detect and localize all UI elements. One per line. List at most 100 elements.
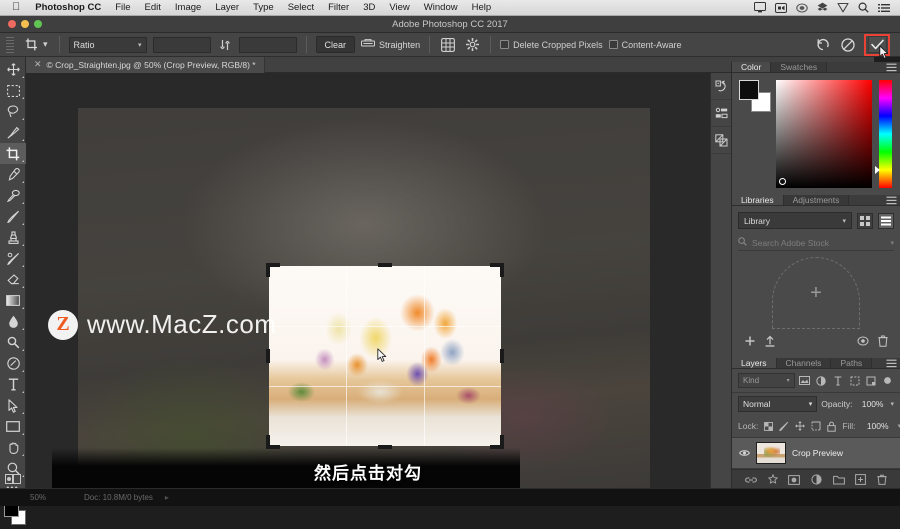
document-tab[interactable]: ✕ © Crop_Straighten.jpg @ 50% (Crop Prev… [26, 56, 265, 73]
filter-smart-object-icon[interactable] [865, 374, 878, 388]
creative-cloud-icon[interactable] [796, 2, 808, 13]
filter-type-icon[interactable] [832, 374, 845, 388]
menu-item-filter[interactable]: Filter [321, 0, 356, 16]
menu-item-window[interactable]: Window [417, 0, 465, 16]
list-view-icon[interactable] [878, 212, 894, 229]
menu-item-help[interactable]: Help [465, 0, 499, 16]
type-tool[interactable] [0, 374, 26, 395]
adjustment-layer-icon[interactable] [811, 472, 822, 490]
move-tool[interactable] [0, 59, 26, 80]
delete-layer-icon[interactable] [877, 472, 887, 490]
panel-menu-icon[interactable] [882, 358, 900, 368]
color-picker-field[interactable] [776, 80, 872, 188]
opacity-chevron-down-icon[interactable]: ▾ [890, 400, 894, 408]
menu-item-3d[interactable]: 3D [356, 0, 382, 16]
layer-mask-icon[interactable] [788, 472, 801, 490]
lock-artboard-icon[interactable] [811, 419, 821, 433]
pen-tool[interactable] [0, 353, 26, 374]
upload-icon[interactable] [764, 334, 776, 352]
crop-width-input[interactable] [152, 36, 211, 53]
notification-center-icon[interactable] [878, 3, 890, 13]
menu-item-edit[interactable]: Edit [138, 0, 168, 16]
filter-shape-icon[interactable] [848, 374, 861, 388]
reset-icon[interactable] [814, 36, 832, 54]
shield-icon[interactable] [837, 2, 849, 13]
rectangle-tool[interactable] [0, 416, 26, 437]
menu-item-image[interactable]: Image [168, 0, 208, 16]
chevron-down-icon[interactable]: ▾ [890, 239, 894, 247]
lock-all-icon[interactable] [827, 419, 837, 433]
screen-record-icon[interactable] [775, 2, 787, 13]
link-layers-icon[interactable] [745, 472, 758, 490]
path-selection-tool[interactable] [0, 395, 26, 416]
clone-stamp-tool[interactable] [0, 227, 26, 248]
quick-mask-icon[interactable] [0, 472, 26, 486]
layer-comps-panel-icon[interactable] [711, 127, 732, 154]
close-button[interactable] [8, 20, 16, 28]
lasso-tool[interactable] [0, 101, 26, 122]
tab-color[interactable]: Color [732, 62, 772, 72]
properties-panel-icon[interactable] [711, 100, 732, 127]
tab-layers[interactable]: Layers [732, 358, 777, 368]
new-layer-icon[interactable] [855, 472, 866, 490]
library-drop-zone[interactable]: + [772, 257, 860, 329]
delete-icon[interactable] [878, 334, 888, 352]
spotlight-search-icon[interactable] [858, 2, 869, 13]
lock-image-icon[interactable] [779, 419, 789, 433]
crop-tool[interactable] [0, 143, 26, 164]
quick-selection-tool[interactable] [0, 122, 26, 143]
eraser-tool[interactable] [0, 269, 26, 290]
tab-channels[interactable]: Channels [776, 358, 832, 368]
menu-item-select[interactable]: Select [281, 0, 321, 16]
zoom-button[interactable] [34, 20, 42, 28]
ratio-select[interactable]: Ratio ▾ [68, 36, 147, 53]
display-icon[interactable] [754, 2, 766, 13]
dropbox-icon[interactable] [817, 2, 828, 13]
close-icon[interactable]: ✕ [34, 59, 42, 70]
zoom-level[interactable]: 50% [30, 493, 72, 502]
menu-item-view[interactable]: View [382, 0, 416, 16]
crop-handle-right-middle[interactable] [500, 349, 504, 363]
grid-overlay-icon[interactable] [439, 36, 457, 54]
cancel-icon[interactable] [839, 36, 857, 54]
crop-handle-bottom-left[interactable] [266, 435, 270, 449]
panel-menu-icon[interactable] [882, 195, 900, 205]
crop-handle-top-center[interactable] [378, 263, 392, 267]
filter-toggle-icon[interactable] [881, 374, 894, 388]
blur-tool[interactable] [0, 311, 26, 332]
dodge-tool[interactable] [0, 332, 26, 353]
crop-handle-top-right[interactable] [500, 263, 504, 277]
panel-menu-icon[interactable] [882, 62, 900, 72]
layer-style-icon[interactable] [767, 472, 779, 490]
history-panel-icon[interactable] [711, 73, 732, 100]
marquee-tool[interactable] [0, 80, 26, 101]
gear-icon[interactable] [463, 36, 481, 54]
apple-logo-icon[interactable]:  [12, 2, 20, 13]
delete-cropped-pixels-checkbox[interactable]: Delete Cropped Pixels [500, 40, 603, 50]
layer-row-crop-preview[interactable]: Crop Preview [732, 438, 900, 469]
eye-icon[interactable] [738, 449, 750, 457]
lock-position-icon[interactable] [795, 419, 806, 433]
add-element-icon[interactable] [744, 334, 756, 352]
menu-app-name[interactable]: Photoshop CC [28, 0, 108, 16]
canvas-area[interactable]: Z www.MacZ.com 然后点击对勾 [26, 73, 710, 488]
new-group-icon[interactable] [832, 472, 845, 490]
healing-brush-tool[interactable] [0, 185, 26, 206]
lock-transparent-icon[interactable] [764, 419, 774, 433]
layer-filter-kind-select[interactable]: Kind ▾ [738, 373, 795, 388]
library-select[interactable]: Library ▾ [738, 212, 852, 229]
minimize-button[interactable] [21, 20, 29, 28]
filter-adjustment-icon[interactable] [815, 374, 828, 388]
clear-button[interactable]: Clear [315, 36, 356, 53]
chevron-right-icon[interactable]: ▸ [165, 493, 169, 502]
tab-paths[interactable]: Paths [831, 358, 873, 368]
tab-swatches[interactable]: Swatches [771, 62, 828, 72]
menu-item-type[interactable]: Type [246, 0, 281, 16]
crop-height-input[interactable] [238, 36, 297, 53]
hand-tool[interactable] [0, 437, 26, 458]
menu-item-file[interactable]: File [108, 0, 137, 16]
content-aware-checkbox[interactable]: Content-Aware [608, 40, 682, 50]
opacity-value[interactable]: 100% [856, 396, 886, 412]
filter-pixel-icon[interactable] [799, 374, 812, 388]
options-bar-grip[interactable] [6, 36, 14, 53]
